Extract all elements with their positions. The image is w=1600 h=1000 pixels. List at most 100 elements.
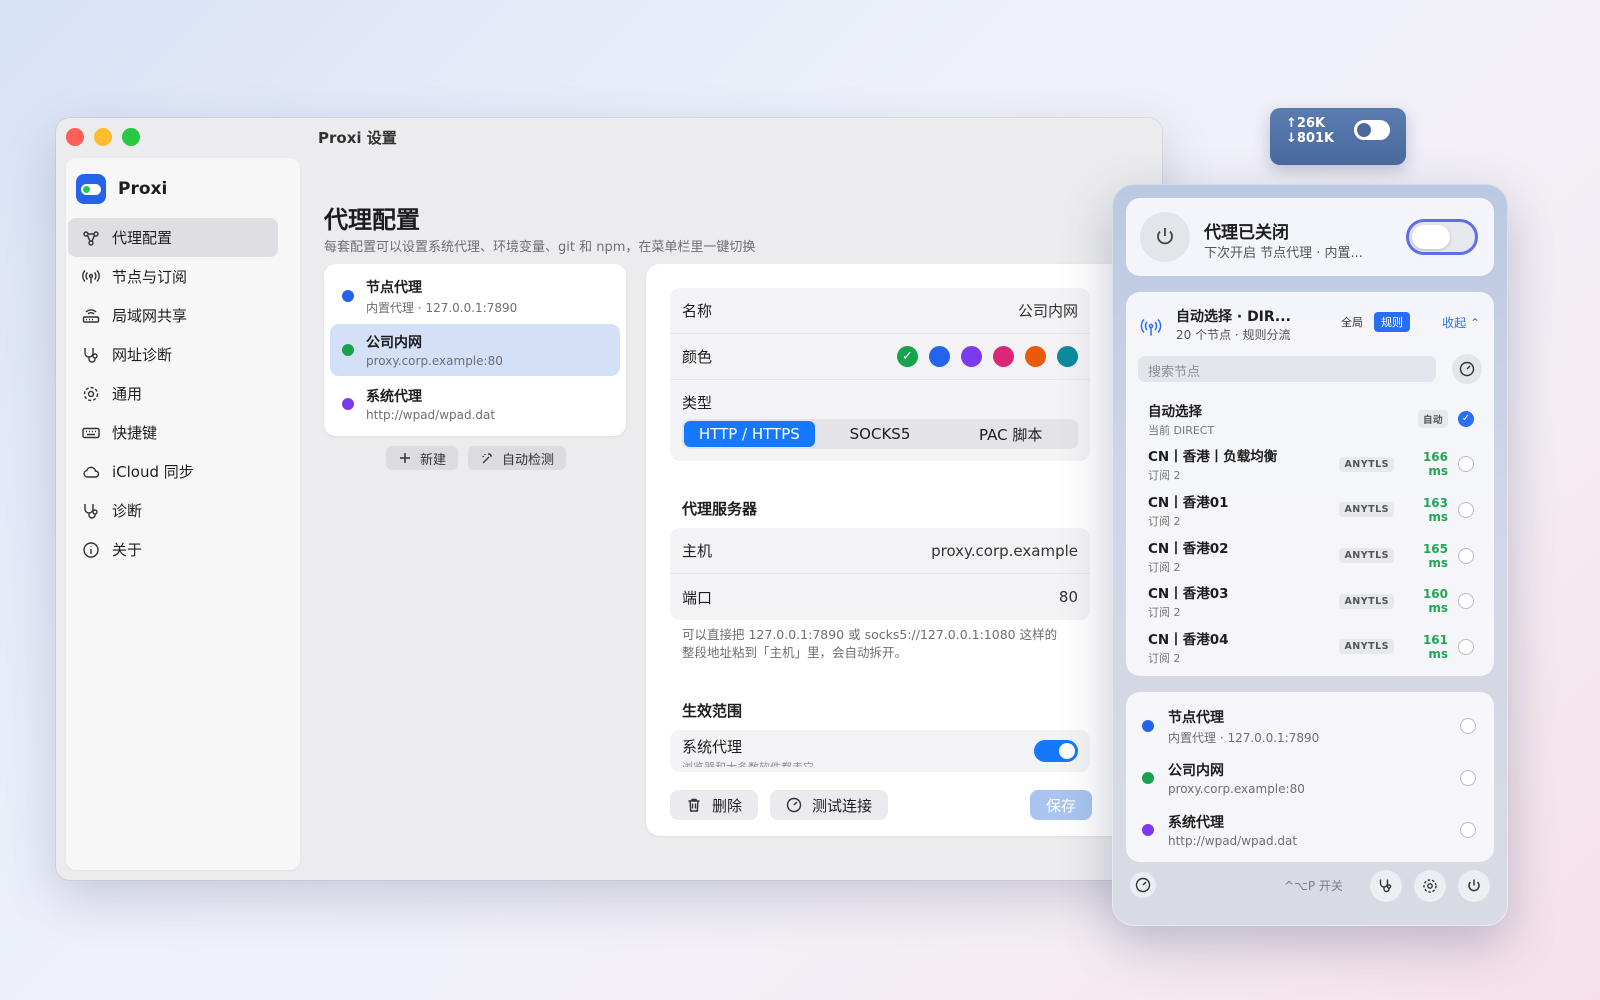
profile-item[interactable]: 公司内网 proxy.corp.example:80 [330,324,620,376]
system-proxy-row: 系统代理 浏览器和大多数软件都走它 [670,730,1090,772]
node-item[interactable]: CN丨香港04 订阅 2 ANYTLS 161 ms [1126,624,1494,670]
name-field[interactable]: 公司内网 [1018,300,1078,321]
node-select-radio[interactable] [1458,547,1474,564]
node-name: CN丨香港02 [1148,540,1229,557]
mode-global-option[interactable]: 全局 [1334,312,1370,332]
popover-profile-item[interactable]: 节点代理 内置代理 · 127.0.0.1:7890 [1126,700,1494,752]
color-swatch-blue[interactable] [929,346,950,367]
sidebar-item-url-diagnose[interactable]: 网址诊断 [68,335,278,374]
sidebar-item-icloud[interactable]: iCloud 同步 [68,452,278,491]
host-paste-hint: 可以直接把 127.0.0.1:7890 或 socks5://127.0.0.… [682,626,1082,662]
quit-button[interactable] [1458,870,1490,902]
collapse-button[interactable]: 收起 ⌃ [1442,314,1480,331]
power-button[interactable] [1140,212,1190,262]
profile-color-dot [342,344,354,356]
sidebar-item-lan-share[interactable]: 局域网共享 [68,296,278,335]
sidebar-item-nodes[interactable]: 节点与订阅 [68,257,278,296]
sidebar-item-diagnose[interactable]: 诊断 [68,491,278,530]
profile-address: http://wpad/wpad.dat [1168,834,1298,848]
proxy-master-toggle[interactable] [1406,219,1478,255]
sidebar-item-shortcuts[interactable]: 快捷键 [68,413,278,452]
node-item[interactable]: 自动选择 当前 DIRECT 自动 [1126,396,1494,442]
node-name: CN丨香港03 [1148,586,1229,603]
system-proxy-toggle[interactable] [1034,740,1078,762]
profile-detail-panel: 名称 公司内网 颜色 类型 HTTP / HTTPS SOCKS5 [646,264,1162,836]
proxy-status-subtitle: 下次开启 节点代理 · 内置... [1204,246,1363,261]
node-latency: 166 ms [1422,450,1448,479]
delete-button[interactable]: 删除 [670,790,759,820]
node-latency: 165 ms [1422,541,1448,570]
minimize-window-button[interactable] [94,128,112,146]
node-name: 自动选择 [1148,403,1202,420]
node-select-radio[interactable] [1458,410,1474,427]
traffic-lights [66,128,140,146]
system-proxy-description: 浏览器和大多数软件都走它 [682,759,814,767]
node-item[interactable]: CN丨香港02 订阅 2 ANYTLS 165 ms [1126,533,1494,579]
sidebar-item-about[interactable]: 关于 [68,530,278,569]
proxy-status-title: 代理已关闭 [1204,223,1289,243]
antenna-icon [1140,316,1162,338]
page-title: 代理配置 [324,206,420,234]
profile-item[interactable]: 系统代理 http://wpad/wpad.dat [330,378,620,430]
sidebar-nav: 代理配置 节点与订阅 局域网共享 网址诊断 通用 快捷键 iCloud 同步 诊… [68,218,278,569]
node-protocol-tag: ANYTLS [1339,502,1394,518]
save-button[interactable]: 保存 [1030,790,1092,820]
type-socks5-option[interactable]: SOCKS5 [815,421,946,447]
color-swatch-purple[interactable] [961,346,982,367]
auto-detect-button[interactable]: 自动检测 [468,446,567,470]
latency-test-button[interactable] [1452,354,1482,384]
mode-rule-option[interactable]: 规则 [1374,312,1410,332]
router-icon [82,307,100,325]
close-window-button[interactable] [66,128,84,146]
node-item[interactable]: CN丨香港丨负载均衡 订阅 2 ANYTLS 166 ms [1126,442,1494,488]
type-http-option[interactable]: HTTP / HTTPS [684,421,815,447]
popover-profile-item[interactable]: 公司内网 proxy.corp.example:80 [1126,752,1494,804]
node-latency: 161 ms [1422,632,1448,661]
node-search-input[interactable]: 搜索节点 [1138,356,1436,382]
sidebar-item-proxy-config[interactable]: 代理配置 [68,218,278,257]
trash-icon [686,797,702,813]
profile-select-radio[interactable] [1460,822,1476,838]
profile-name: 节点代理 [366,279,422,296]
menubar-proxy-toggle[interactable] [1354,120,1390,140]
sidebar-item-general[interactable]: 通用 [68,374,278,413]
download-rate: ↓801K [1286,131,1335,146]
test-connection-button[interactable]: 测试连接 [770,790,889,820]
basic-info-card: 名称 公司内网 颜色 类型 HTTP / HTTPS SOCKS5 [670,288,1090,461]
info-icon [82,541,100,559]
color-label: 颜色 [682,348,713,366]
settings-button[interactable] [1414,870,1446,902]
color-swatch-orange[interactable] [1025,346,1046,367]
power-icon [1153,225,1177,249]
node-select-radio[interactable] [1458,638,1474,655]
node-item[interactable]: CN丨香港01 订阅 2 ANYTLS 163 ms [1126,487,1494,533]
color-swatch-pink[interactable] [993,346,1014,367]
profile-item[interactable]: 节点代理 内置代理 · 127.0.0.1:7890 [330,270,620,322]
popover-profile-item[interactable]: 系统代理 http://wpad/wpad.dat [1126,804,1494,856]
sidebar-item-label: 快捷键 [112,424,158,442]
traffic-rates: ↑26K ↓801K [1286,116,1334,146]
profile-select-radio[interactable] [1460,718,1476,734]
speedometer-icon [1135,877,1151,893]
stethoscope-icon [82,502,100,520]
host-field[interactable]: proxy.corp.example [931,542,1078,560]
host-row: 主机 proxy.corp.example [670,528,1090,574]
node-item[interactable]: CN丨香港03 订阅 2 ANYTLS 160 ms [1126,578,1494,624]
speed-test-button[interactable] [1130,872,1156,898]
antenna-icon [82,268,100,286]
port-field[interactable]: 80 [1059,588,1078,606]
node-select-radio[interactable] [1458,456,1474,473]
sidebar-item-label: 节点与订阅 [112,268,188,286]
zoom-window-button[interactable] [122,128,140,146]
color-swatch-teal[interactable] [1057,346,1078,367]
node-select-radio[interactable] [1458,501,1474,518]
new-profile-button[interactable]: 新建 [386,446,459,470]
menubar-traffic-widget[interactable]: ↑26K ↓801K [1270,108,1406,165]
diagnose-button[interactable] [1370,870,1402,902]
cloud-icon [82,463,100,481]
type-pac-option[interactable]: PAC 脚本 [945,421,1076,447]
profile-select-radio[interactable] [1460,770,1476,786]
node-select-radio[interactable] [1458,593,1474,610]
profile-name: 系统代理 [1168,815,1224,831]
color-swatch-green[interactable] [897,346,918,367]
